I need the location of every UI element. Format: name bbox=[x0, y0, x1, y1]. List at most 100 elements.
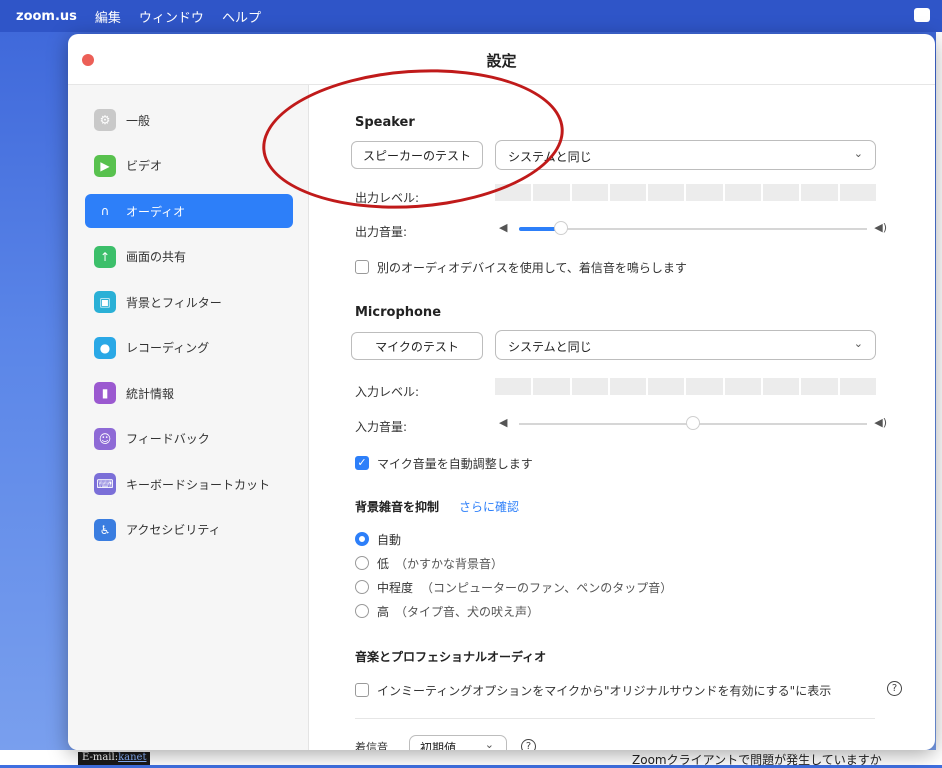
meter-segment bbox=[686, 378, 723, 395]
original-sound-checkbox[interactable] bbox=[355, 683, 369, 697]
meter-segment bbox=[533, 378, 570, 395]
meter-segment bbox=[571, 184, 608, 201]
sidebar-item-label: オーディオ bbox=[126, 204, 186, 219]
help-icon[interactable]: ? bbox=[887, 681, 902, 696]
background-text: Zoomクライアントで問題が発生していますか bbox=[632, 753, 882, 767]
slider-knob[interactable] bbox=[686, 416, 700, 430]
volume-high-icon: ◀) bbox=[874, 221, 887, 234]
menu-app-name[interactable]: zoom.us bbox=[16, 9, 77, 24]
noise-suppression-heading: 背景雑音を抑制 bbox=[355, 500, 440, 514]
noise-radio[interactable] bbox=[355, 556, 369, 570]
email-link[interactable]: kanet bbox=[118, 752, 146, 763]
share-screen-icon: ↑ bbox=[94, 245, 116, 268]
ringtone-label: 着信音 bbox=[355, 741, 388, 750]
zoom-status-icon[interactable] bbox=[914, 8, 930, 22]
meter-segment bbox=[763, 184, 800, 201]
feedback-icon: ☺ bbox=[94, 427, 116, 450]
sidebar-item[interactable]: ▮ 統計情報 bbox=[85, 376, 293, 410]
background-icon: ▣ bbox=[94, 291, 116, 313]
ringtone-value: 初期値 bbox=[420, 741, 457, 750]
sidebar-item-label: キーボードショートカット bbox=[126, 477, 271, 492]
meter-segment bbox=[724, 378, 762, 395]
test-mic-button[interactable]: マイクのテスト bbox=[351, 332, 483, 360]
separate-ringtone-label: 別のオーディオデバイスを使用して、着信音を鳴らします bbox=[377, 261, 687, 275]
volume-high-icon: ◀) bbox=[874, 416, 887, 429]
meter-segment bbox=[801, 184, 838, 201]
noise-option-label: 高 bbox=[377, 605, 390, 619]
meter-segment bbox=[648, 378, 685, 395]
gear-icon: ⚙ bbox=[94, 109, 116, 131]
sidebar-item[interactable]: ⌨ キーボードショートカット bbox=[85, 467, 293, 501]
sidebar-item[interactable]: ↑ 画面の共有 bbox=[85, 240, 293, 274]
sidebar-item-label: 画面の共有 bbox=[126, 250, 187, 264]
noise-option-label: 低 bbox=[377, 557, 390, 571]
sidebar-item[interactable]: ▣ 背景とフィルター bbox=[85, 285, 293, 319]
meter-segment bbox=[801, 378, 838, 395]
input-volume-slider[interactable]: ◀ ◀) bbox=[499, 416, 887, 432]
noise-radio[interactable] bbox=[355, 532, 369, 546]
output-volume-slider[interactable]: ◀ ◀) bbox=[499, 221, 887, 237]
noise-option-desc: （かすかな背景音） bbox=[395, 557, 504, 571]
meter-segment bbox=[648, 184, 685, 201]
auto-adjust-label: マイク音量を自動調整します bbox=[377, 457, 533, 471]
sidebar-item-label: 一般 bbox=[126, 113, 151, 128]
sidebar-item[interactable]: ▶ ビデオ bbox=[85, 149, 293, 183]
keyboard-icon: ⌨ bbox=[94, 473, 116, 495]
music-audio-heading: 音楽とプロフェショナルオーディオ bbox=[355, 650, 547, 664]
input-volume-label: 入力音量: bbox=[355, 420, 408, 434]
noise-option-desc: （タイプ音、犬の吠え声） bbox=[395, 605, 540, 619]
output-volume-label: 出力音量: bbox=[355, 225, 408, 239]
sidebar-item[interactable]: ∩ オーディオ bbox=[85, 194, 293, 228]
slider-track bbox=[519, 228, 867, 230]
section-divider bbox=[355, 718, 875, 719]
noise-option-label: 中程度 bbox=[377, 581, 414, 595]
menu-window[interactable]: ウィンドウ bbox=[139, 7, 204, 26]
input-level-meter bbox=[495, 378, 876, 395]
sidebar-item[interactable]: ♿ アクセシビリティ bbox=[85, 513, 293, 547]
headphones-icon: ∩ bbox=[100, 204, 110, 218]
meter-segment bbox=[724, 184, 762, 201]
noise-option-label: 自動 bbox=[377, 533, 402, 547]
meter-segment bbox=[609, 184, 647, 201]
noise-radio[interactable] bbox=[355, 604, 369, 618]
menu-edit[interactable]: 編集 bbox=[95, 7, 121, 26]
original-sound-label: インミーティングオプションをマイクから"オリジナルサウンドを有効にする"に表示 bbox=[377, 684, 832, 698]
sidebar-item-label: フィードバック bbox=[126, 432, 210, 446]
noise-radio[interactable] bbox=[355, 580, 369, 594]
mic-device-select[interactable]: システムと同じ ⌄ bbox=[495, 330, 876, 360]
mic-device-value: システムと同じ bbox=[508, 340, 592, 354]
statistics-icon: ▮ bbox=[94, 382, 116, 404]
record-icon: ● bbox=[94, 336, 116, 359]
auto-adjust-checkbox[interactable]: ✓ bbox=[355, 456, 369, 470]
meter-segment bbox=[533, 184, 570, 201]
volume-low-icon: ◀ bbox=[499, 221, 508, 234]
input-level-label: 入力レベル: bbox=[355, 385, 420, 399]
sidebar-item[interactable]: ⚙ 一般 bbox=[85, 103, 293, 137]
menu-help[interactable]: ヘルプ bbox=[222, 7, 261, 26]
separate-ringtone-checkbox[interactable] bbox=[355, 260, 369, 274]
sidebar-item-label: 統計情報 bbox=[126, 386, 175, 401]
slider-knob[interactable] bbox=[553, 221, 568, 235]
volume-low-icon: ◀ bbox=[499, 416, 508, 429]
meter-segment bbox=[763, 378, 800, 395]
help-icon[interactable]: ? bbox=[521, 739, 536, 750]
background-email: E-mail:kanet bbox=[78, 752, 151, 765]
output-level-meter bbox=[495, 184, 876, 201]
sidebar: ⚙ 一般 ▶ ビデオ ∩ オーディオ ↑ 画面の共有 ▣ 背景とフィルター ● レコーディング ▮ 統計情… bbox=[68, 85, 309, 750]
email-prefix: E-mail: bbox=[82, 752, 119, 763]
sidebar-item[interactable]: ● レコーディング bbox=[85, 331, 293, 365]
background-window-edge bbox=[936, 32, 942, 765]
microphone-heading: Microphone bbox=[355, 305, 442, 320]
video-camera-icon: ▶ bbox=[94, 154, 116, 177]
sidebar-item[interactable]: ☺ フィードバック bbox=[85, 422, 293, 456]
window-title: 設定 bbox=[486, 52, 517, 70]
chevron-down-icon: ⌄ bbox=[484, 738, 494, 750]
accessibility-icon: ♿ bbox=[94, 518, 116, 541]
meter-segment bbox=[571, 378, 608, 395]
ringtone-select[interactable]: 初期値 ⌄ bbox=[409, 735, 507, 750]
chevron-down-icon: ⌄ bbox=[853, 147, 863, 160]
chevron-down-icon: ⌄ bbox=[853, 337, 863, 350]
noise-option-desc: （コンピューターのファン、ペンのタップ音） bbox=[421, 581, 673, 595]
sidebar-item-label: ビデオ bbox=[126, 159, 163, 173]
learn-more-link[interactable]: さらに確認 bbox=[459, 498, 519, 515]
